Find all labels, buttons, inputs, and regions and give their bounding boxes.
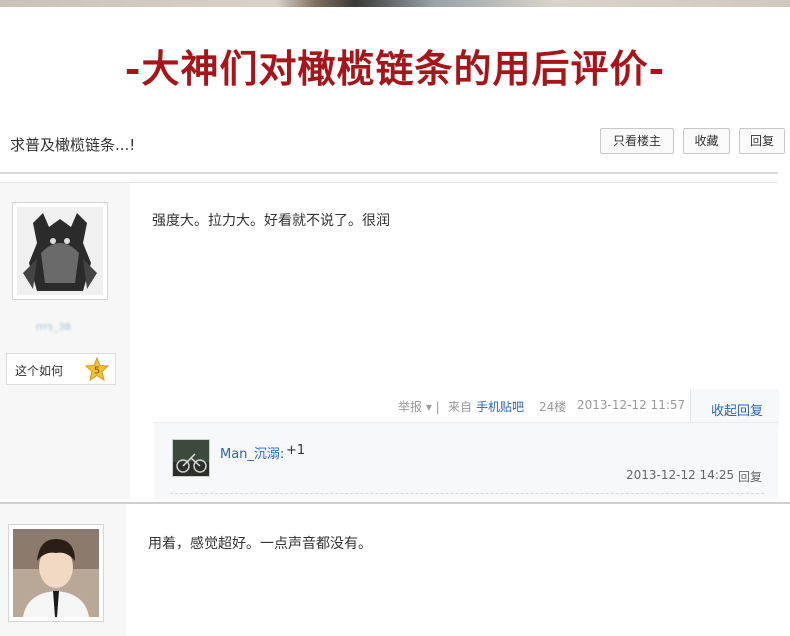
report-link[interactable]: 举报 ▾ | <box>398 398 440 415</box>
user-rank-badge[interactable]: 这个如何 5 <box>6 353 116 385</box>
reply-text: +1 <box>286 443 306 458</box>
thread-title: 求普及橄榄链条...! <box>10 136 136 154</box>
collapse-replies-label: 收起回复 <box>711 404 764 419</box>
reply-time: 2013-12-12 14:25 <box>626 468 735 482</box>
avatar-image <box>13 529 99 617</box>
avatar-image <box>17 207 103 295</box>
post-content: 用着，感觉超好。一点声音都没有。 <box>148 536 372 552</box>
level-star-icon: 5 <box>84 356 110 382</box>
rank-label: 这个如何 <box>15 364 64 378</box>
reply-username[interactable]: Man_沉溺: <box>220 443 284 462</box>
promo-banner-title: -大神们对橄榄链条的用后评价- <box>124 46 666 91</box>
source-prefix: 来自 <box>448 400 473 414</box>
floor-number: 24楼 <box>539 400 567 414</box>
post-date: 2013-12-12 11:57 <box>577 398 686 412</box>
author-username[interactable]: rrrs_38 <box>36 322 71 333</box>
avatar[interactable] <box>8 524 104 622</box>
only-author-button[interactable]: 只看楼主 <box>600 128 674 154</box>
header-divider <box>0 172 778 174</box>
reply-action-link[interactable]: 回复 <box>738 468 762 485</box>
reply-button[interactable]: 回复 <box>739 128 785 154</box>
thread-header: 求普及橄榄链条...! 只看楼主 收藏 回复 <box>0 126 785 170</box>
avatar[interactable] <box>172 439 210 477</box>
reply-divider <box>170 493 764 494</box>
post-content: 强度大。拉力大。好看就不说了。很润 <box>152 213 390 229</box>
avatar[interactable] <box>12 202 108 300</box>
level-number: 5 <box>94 366 100 377</box>
reply-avatar-image <box>173 440 209 476</box>
header-image-strip <box>0 0 790 7</box>
source-link[interactable]: 手机贴吧 <box>476 398 524 415</box>
sub-reply-list: Man_沉溺: +1 2013-12-12 14:25 回复 <box>154 422 778 499</box>
post-meta: 举报 ▾ | 来自 手机贴吧 24楼 2013-12-12 11:57 <box>0 398 778 416</box>
favorite-button[interactable]: 收藏 <box>683 128 730 154</box>
